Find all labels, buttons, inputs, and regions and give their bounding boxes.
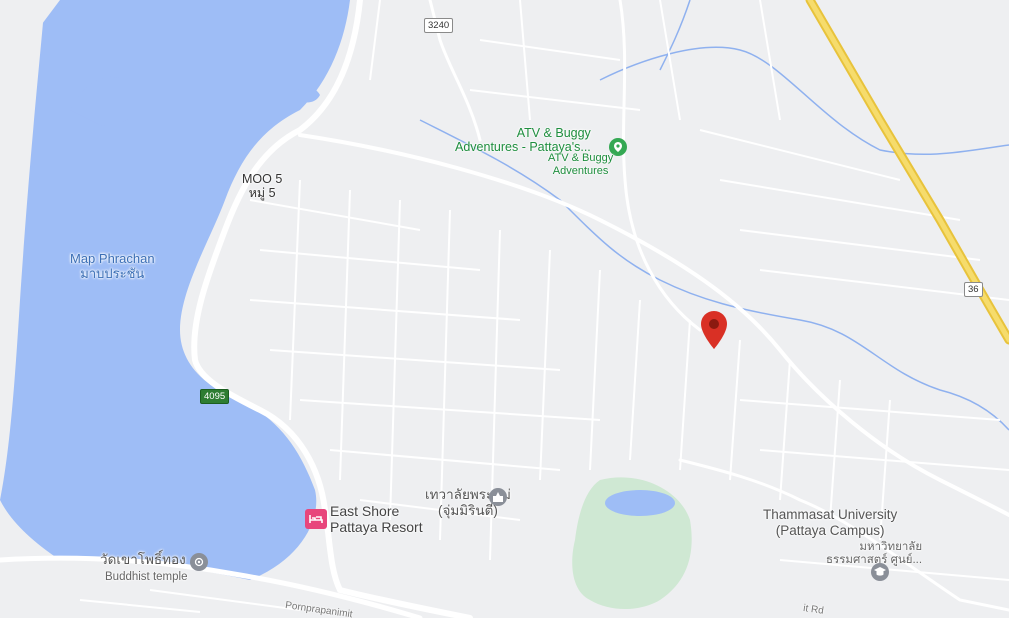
poi-university-th: มหาวิทยาลัย ธรรมศาสตร์ ศูนย์... (826, 541, 922, 567)
worship-icon[interactable] (489, 488, 507, 506)
area-name-th: หมู่ 5 (248, 186, 276, 201)
area-label: MOO 5 หมู่ 5 (242, 172, 282, 201)
poi-temple-name: วัดเขาโพธิ์ทอง (100, 552, 186, 567)
poi-temple-label[interactable]: วัดเขาโพธิ์ทอง (100, 552, 186, 568)
road-shield-4095: 4095 (200, 389, 230, 404)
map-canvas[interactable]: Map Phrachan มาบประชัน MOO 5 หมู่ 5 3240… (0, 0, 1009, 618)
poi-atv-sub-2: Adventures (552, 164, 609, 177)
poi-temple-sub: Buddhist temple (105, 571, 188, 583)
area-name-en: MOO 5 (242, 172, 283, 186)
red-location-pin-icon[interactable] (701, 311, 727, 354)
poi-atv-title: ATV & Buggy (516, 126, 591, 140)
road-shield-36: 36 (964, 282, 983, 297)
school-icon[interactable] (871, 563, 889, 581)
poi-atv-label[interactable]: ATV & Buggy Adventures - Pattaya's... (455, 126, 591, 155)
poi-atv-sub-1: ATV & Buggy (548, 152, 614, 164)
poi-hotel-label[interactable]: East Shore Pattaya Resort (330, 503, 423, 535)
temple-icon[interactable] (190, 553, 208, 571)
poi-university-line-2: (Pattaya Campus) (775, 522, 885, 538)
poi-university-line-1: Thammasat University (763, 507, 898, 522)
poi-university-label[interactable]: Thammasat University (Pattaya Campus) (763, 507, 897, 538)
poi-university-th-1: มหาวิทยาลัย (859, 541, 923, 553)
hotel-icon[interactable] (305, 509, 327, 529)
reservoir-label: Map Phrachan มาบประชัน (70, 251, 155, 282)
road-shield-3240: 3240 (424, 18, 454, 33)
poi-atv-sublabel: ATV & Buggy Adventures (548, 152, 613, 177)
poi-hotel-line-2: Pattaya Resort (330, 519, 423, 536)
reservoir-name-th: มาบประชัน (80, 265, 145, 281)
poi-hotel-line-1: East Shore (330, 503, 400, 519)
reservoir-name-en: Map Phrachan (70, 251, 155, 266)
